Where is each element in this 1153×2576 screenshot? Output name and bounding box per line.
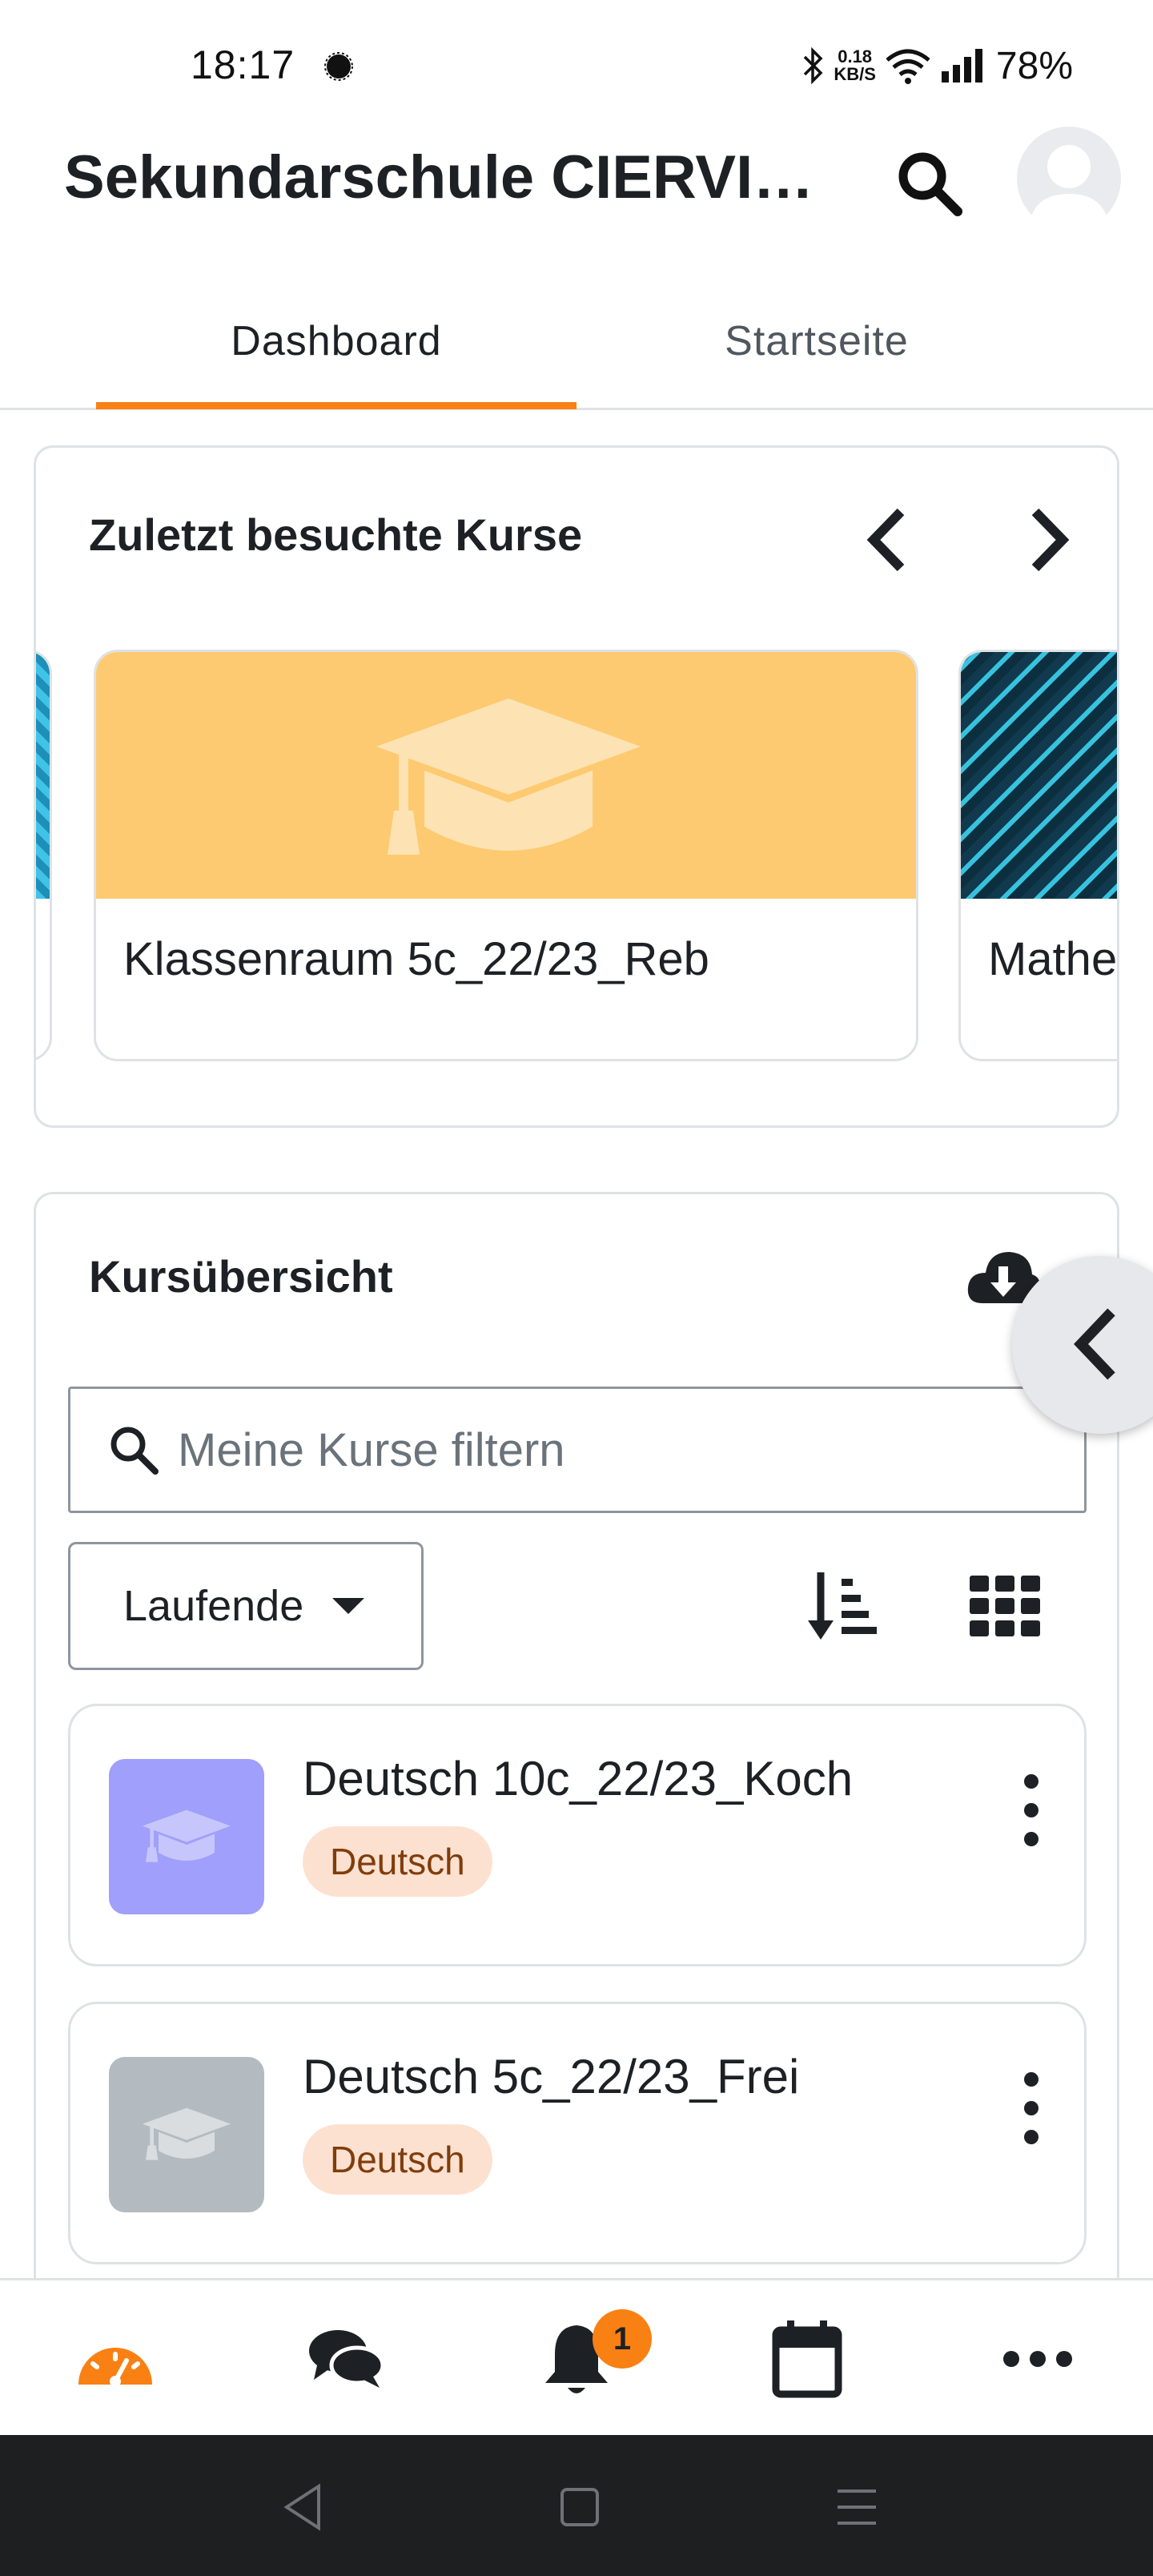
graduation-cap-icon: [143, 2107, 231, 2160]
course-list-item[interactable]: Deutsch 5c_22/23_Frei Deutsch: [68, 2002, 1087, 2264]
course-filter-field[interactable]: [68, 1387, 1087, 1513]
course-image: [96, 652, 916, 899]
course-status-select[interactable]: Laufende: [68, 1542, 424, 1670]
chevron-left-icon: [1074, 1308, 1115, 1380]
notification-count-badge: 1: [593, 2309, 652, 2369]
course-name: Mathe: [988, 933, 1118, 985]
graduation-cap-icon: [143, 1809, 231, 1862]
next-arrow-icon[interactable]: [1011, 496, 1083, 584]
course-tile[interactable]: [36, 650, 52, 1061]
recent-courses-title: Zuletzt besuchte Kurse: [89, 509, 583, 560]
grid-view-icon[interactable]: [965, 1568, 1045, 1644]
tab-bar: Dashboard Startseite: [0, 272, 1153, 410]
previous-arrow-icon[interactable]: [853, 496, 925, 584]
system-navigation-bar: [0, 2435, 1153, 2576]
more-vertical-icon[interactable]: [1015, 1770, 1047, 1850]
nav-calendar[interactable]: [692, 2280, 922, 2437]
graduation-cap-icon: [376, 698, 641, 855]
chevron-down-icon: [332, 1598, 365, 1614]
course-thumbnail: [109, 1759, 264, 1914]
tab-dashboard[interactable]: Dashboard: [96, 272, 576, 410]
course-tile[interactable]: Mathe: [958, 650, 1118, 1061]
nav-notifications[interactable]: 1: [461, 2280, 692, 2437]
bottom-navigation: 1: [0, 2278, 1153, 2435]
calendar-icon: [772, 2320, 842, 2398]
signal-icon: [941, 49, 982, 83]
recent-courses-card: Zuletzt besuchte Kurse Klassenraum 5c_22…: [34, 445, 1119, 1128]
battery-percent: 78%: [995, 44, 1073, 87]
nav-messages[interactable]: [231, 2280, 461, 2437]
course-overview-card: Kursübersicht Laufende: [34, 1192, 1119, 2313]
course-name: Klassenraum 5c_22/23_Reb: [123, 933, 709, 985]
more-icon: [1003, 2351, 1072, 2367]
status-icons: 0.18 KB/S 78%: [801, 42, 1073, 90]
more-vertical-icon[interactable]: [1015, 2068, 1047, 2148]
bluetooth-icon: [804, 46, 823, 85]
active-tab-indicator: [96, 402, 576, 409]
page-title: Sekundarschule CIERVISTI: [64, 143, 817, 211]
course-overview-title: Kursübersicht: [89, 1251, 393, 1302]
nav-dashboard[interactable]: [0, 2280, 231, 2437]
search-icon[interactable]: [890, 144, 967, 221]
course-thumbnail: [109, 2057, 264, 2212]
course-category-badge: Deutsch: [303, 1826, 492, 1897]
chat-notification-icon: [324, 52, 353, 81]
nav-more[interactable]: [922, 2280, 1153, 2437]
course-filter-input[interactable]: [178, 1423, 978, 1477]
course-image: [961, 652, 1117, 899]
search-icon: [110, 1427, 159, 1475]
sort-descending-icon[interactable]: [805, 1568, 885, 1644]
messages-icon: [309, 2330, 385, 2388]
course-name[interactable]: Deutsch 5c_22/23_Frei: [303, 2049, 799, 2104]
status-time: 18:17: [191, 42, 295, 87]
network-speed: 0.18 KB/S: [834, 46, 876, 84]
back-icon[interactable]: [272, 2475, 336, 2539]
wifi-icon: [886, 49, 930, 84]
user-avatar-icon: [1028, 145, 1110, 231]
course-status-value: Laufende: [123, 1582, 304, 1630]
user-avatar[interactable]: [1017, 127, 1121, 231]
course-tile[interactable]: Klassenraum 5c_22/23_Reb: [94, 650, 918, 1061]
tab-startseite[interactable]: Startseite: [576, 272, 1057, 410]
status-bar: 18:17 0.18 KB/S 78%: [0, 0, 1153, 128]
course-list-item[interactable]: Deutsch 10c_22/23_Koch Deutsch: [68, 1704, 1087, 1966]
recents-icon[interactable]: [825, 2475, 889, 2539]
course-name[interactable]: Deutsch 10c_22/23_Koch: [303, 1751, 853, 1806]
course-image: [36, 652, 50, 899]
home-icon[interactable]: [548, 2475, 612, 2539]
dashboard-icon: [78, 2348, 152, 2387]
course-category-badge: Deutsch: [303, 2124, 492, 2195]
